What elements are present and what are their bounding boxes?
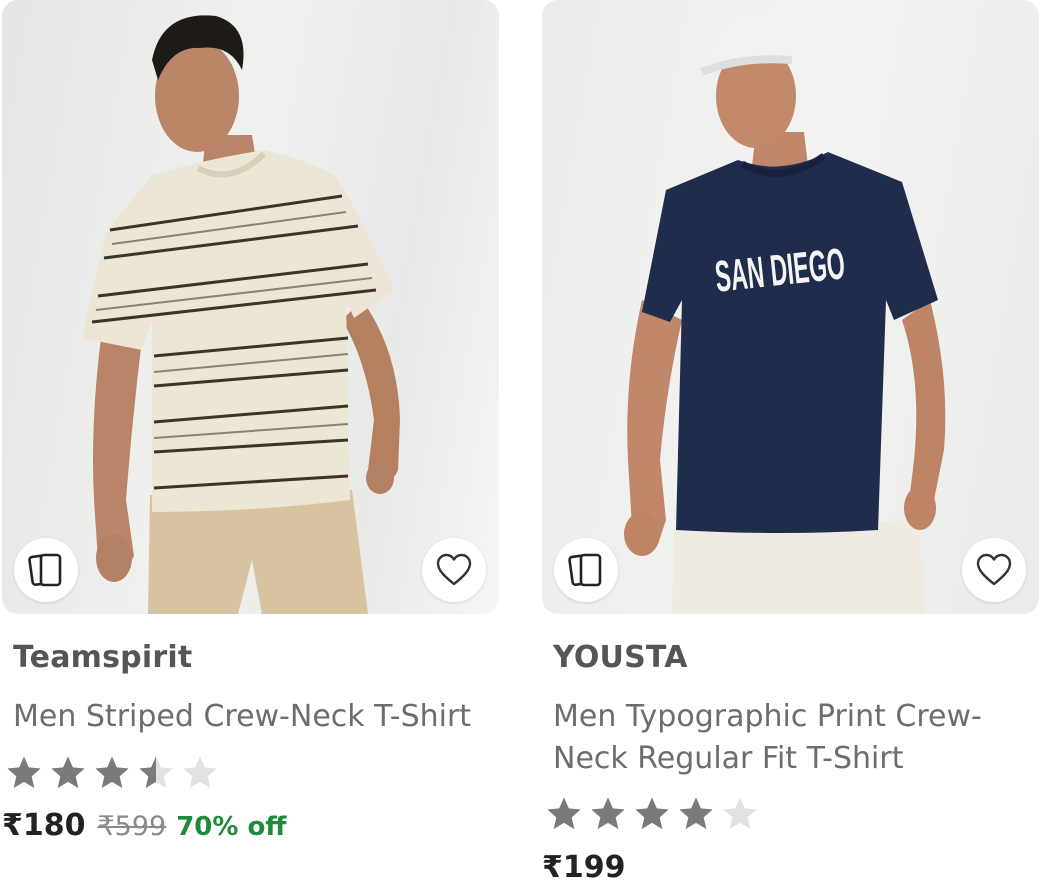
star-filled-icon [591, 797, 625, 829]
star-empty-icon [183, 756, 217, 788]
discount-badge: 70% off [176, 812, 287, 842]
brand-name: YOUSTA [553, 640, 688, 675]
product-title[interactable]: Men Striped Crew-Neck T-Shirt [13, 696, 493, 738]
heart-icon [436, 553, 472, 586]
price-row: ₹180 ₹599 70% off [2, 808, 286, 843]
star-filled-icon [635, 797, 669, 829]
product-photo [82, 15, 400, 614]
star-filled-icon [7, 756, 41, 788]
product-image[interactable] [2, 0, 499, 614]
product-photo: SAN DIEGO [624, 12, 946, 614]
rating-stars [4, 751, 224, 795]
star-empty-icon [723, 797, 757, 829]
star-filled-icon [679, 797, 713, 829]
similar-products-button[interactable] [14, 538, 78, 602]
star-filled-icon [95, 756, 129, 788]
product-image[interactable]: SAN DIEGO [542, 0, 1039, 614]
wishlist-button[interactable] [422, 538, 486, 602]
star-half-icon [139, 756, 173, 788]
product-grid: Teamspirit Men Striped Crew-Neck T-Shirt… [0, 0, 1059, 896]
similar-products-icon [28, 553, 62, 587]
wishlist-button[interactable] [962, 538, 1026, 602]
original-price: ₹599 [97, 811, 167, 842]
similar-products-icon [568, 553, 602, 587]
brand-name: Teamspirit [13, 640, 193, 675]
product-card[interactable]: Teamspirit Men Striped Crew-Neck T-Shirt… [2, 0, 499, 896]
selling-price: ₹180 [2, 808, 86, 843]
star-filled-icon [51, 756, 85, 788]
product-card[interactable]: SAN DIEGO YOUSTA Men Typographic Print C… [542, 0, 1039, 896]
rating-stars [544, 792, 764, 836]
product-title[interactable]: Men Typographic Print Crew-Neck Regular … [553, 696, 1023, 780]
star-filled-icon [547, 797, 581, 829]
similar-products-button[interactable] [554, 538, 618, 602]
selling-price: ₹199 [542, 850, 626, 885]
price-row: ₹199 [542, 850, 626, 885]
heart-icon [976, 553, 1012, 586]
